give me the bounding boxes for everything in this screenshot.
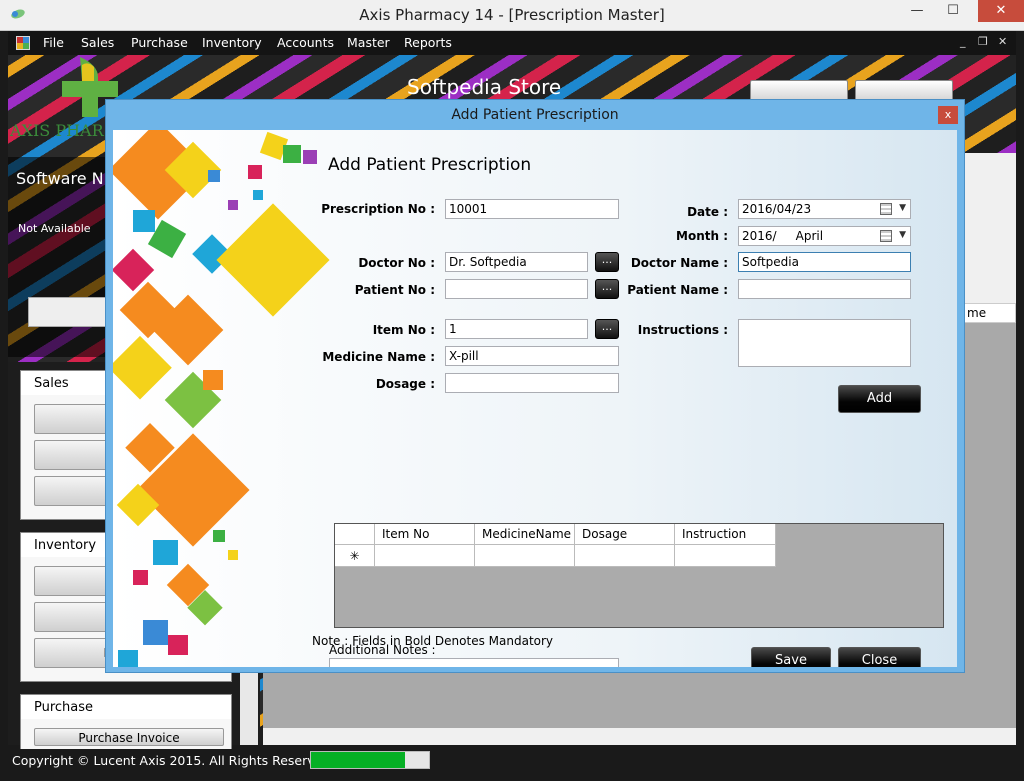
prescription-no-label: Prescription No : <box>321 202 435 216</box>
sidebar-item[interactable]: Purchase Invoice <box>34 728 224 746</box>
add-button[interactable]: Add <box>838 385 921 413</box>
mdi-close-button[interactable]: ✕ <box>998 35 1007 48</box>
calendar-icon[interactable] <box>880 230 892 242</box>
item-no-field[interactable]: 1 <box>445 319 588 339</box>
status-bar: Copyright © Lucent Axis 2015. All Rights… <box>8 749 1016 773</box>
calendar-icon[interactable] <box>880 203 892 215</box>
dosage-field[interactable] <box>445 373 619 393</box>
date-value: 2016/04/23 <box>742 202 812 216</box>
dropdown-arrow-icon[interactable]: ▼ <box>899 203 906 213</box>
form-icon <box>16 36 30 50</box>
instructions-label: Instructions : <box>637 323 728 337</box>
maximize-button[interactable]: ☐ <box>938 0 968 22</box>
date-label: Date : <box>687 205 728 219</box>
grid-cell[interactable] <box>375 545 475 567</box>
logo-text: AXIS PHAR <box>10 121 104 140</box>
form-heading: Add Patient Prescription <box>328 155 532 175</box>
availability-text: Not Available <box>18 222 91 235</box>
progress-fill <box>311 752 406 768</box>
window-title: Axis Pharmacy 14 - [Prescription Master] <box>359 6 665 24</box>
store-title: Softpedia Store <box>407 75 562 99</box>
prescription-no-field[interactable]: 10001 <box>445 199 619 219</box>
save-button[interactable]: Save <box>751 647 831 667</box>
mdi-minimize-button[interactable]: _ <box>960 35 966 48</box>
menu-bar: File Sales Purchase Inventory Accounts M… <box>8 31 1016 55</box>
grid-cell[interactable] <box>575 545 675 567</box>
software-name: Software N <box>16 169 104 188</box>
dropdown-arrow-icon[interactable]: ▼ <box>899 230 906 240</box>
close-window-button[interactable]: ✕ <box>978 0 1024 22</box>
doctor-no-field[interactable]: Dr. Softpedia <box>445 252 588 272</box>
dosage-label: Dosage : <box>375 377 435 391</box>
doctor-name-field[interactable]: Softpedia <box>738 252 911 272</box>
instructions-field[interactable] <box>738 319 911 367</box>
item-no-label: Item No : <box>372 323 435 337</box>
grid-column-header[interactable]: MedicineName <box>475 524 575 545</box>
menu-accounts[interactable]: Accounts <box>277 35 334 50</box>
grid-row-header <box>335 524 375 545</box>
add-prescription-dialog: Add Patient Prescription x Add Patient P… <box>105 99 965 673</box>
grid-column-header[interactable]: Instruction <box>675 524 776 545</box>
menu-purchase[interactable]: Purchase <box>131 35 188 50</box>
patient-name-label: Patient Name : <box>627 283 728 297</box>
month-value: 2016/ April <box>742 229 824 243</box>
software-info-panel: Software N Not Available <box>8 157 108 357</box>
menu-file[interactable]: File <box>43 35 64 50</box>
logo: AXIS PHAR <box>10 57 118 147</box>
mandatory-note: Note : Fields in Bold Denotes Mandatory <box>312 634 554 648</box>
doctor-no-label: Doctor No : <box>358 256 435 270</box>
month-picker[interactable]: 2016/ April ▼ <box>738 226 911 246</box>
dialog-close-button[interactable]: x <box>938 106 958 124</box>
patient-no-field[interactable] <box>445 279 588 299</box>
grid-cell[interactable] <box>475 545 575 567</box>
medicine-name-field[interactable]: X-pill <box>445 346 619 366</box>
grid-cell[interactable] <box>675 545 776 567</box>
grid-column-header[interactable]: Item No <box>375 524 475 545</box>
dialog-title: Add Patient Prescription <box>106 100 964 130</box>
prescription-grid[interactable]: Item No MedicineName Dosage Instruction … <box>334 523 944 628</box>
patient-no-label: Patient No : <box>354 283 435 297</box>
additional-notes-field[interactable] <box>329 658 619 667</box>
medicine-name-label: Medicine Name : <box>322 350 435 364</box>
close-button[interactable]: Close <box>838 647 921 667</box>
menu-master[interactable]: Master <box>347 35 390 50</box>
sidebar-group-title: Purchase <box>21 695 231 719</box>
menu-sales[interactable]: Sales <box>81 35 114 50</box>
dialog-body: Add Patient Prescription Prescription No… <box>113 130 957 667</box>
doctor-name-label: Doctor Name : <box>630 256 728 270</box>
progress-bar <box>310 751 430 769</box>
mdi-restore-button[interactable]: ❐ <box>978 35 988 48</box>
date-picker[interactable]: 2016/04/23 ▼ <box>738 199 911 219</box>
grid-column-header[interactable]: Dosage <box>575 524 675 545</box>
menu-inventory[interactable]: Inventory <box>202 35 262 50</box>
new-row-marker: ✳ <box>335 545 375 567</box>
column-header: me <box>963 303 1016 323</box>
horizontal-scrollbar[interactable] <box>263 728 1016 745</box>
menu-reports[interactable]: Reports <box>404 35 452 50</box>
month-label: Month : <box>676 229 728 243</box>
patient-name-field[interactable] <box>738 279 911 299</box>
copyright-text: Copyright © Lucent Axis 2015. All Rights… <box>12 753 335 768</box>
minimize-button[interactable]: — <box>902 0 932 22</box>
panel-button[interactable] <box>28 297 108 327</box>
window-title-bar: Axis Pharmacy 14 - [Prescription Master]… <box>0 0 1024 31</box>
